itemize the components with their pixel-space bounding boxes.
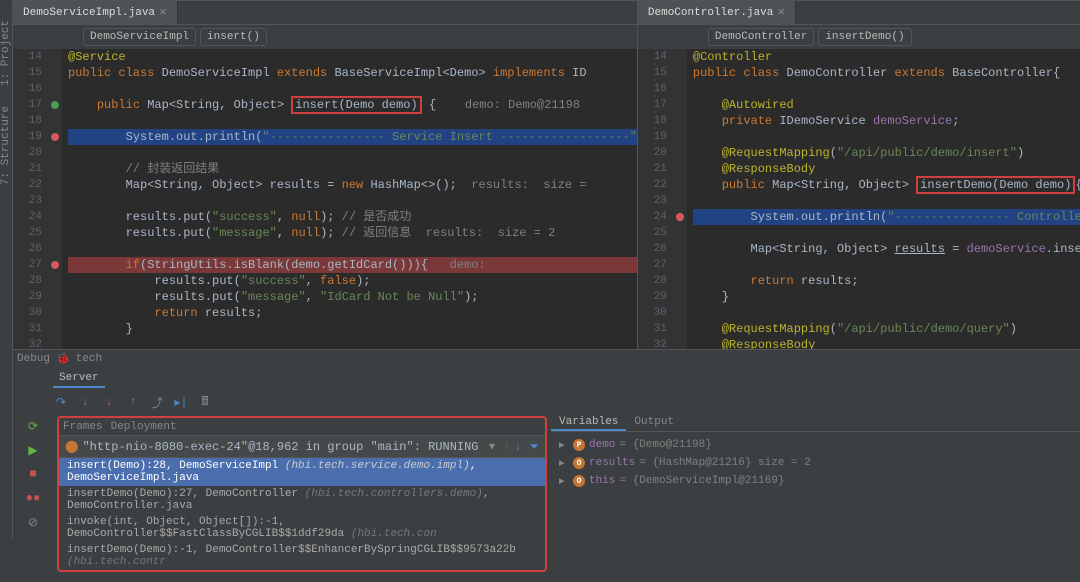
debug-toolbar: ↷ ↓ ↓ ↑ ⤴ ▸| 🖩 bbox=[13, 390, 1080, 414]
frames-tabs: Frames Deployment bbox=[59, 418, 545, 436]
tab-demoserviceimpl[interactable]: DemoServiceImpl.java × bbox=[13, 1, 178, 24]
thread-icon: ⬤ bbox=[65, 439, 78, 454]
step-over-icon[interactable]: ↷ bbox=[53, 394, 69, 410]
project-tool-button[interactable]: 1: Project bbox=[0, 20, 12, 86]
run-to-cursor-icon[interactable]: ▸| bbox=[173, 394, 189, 410]
editor-split: DemoServiceImpl.java × DemoServiceImpl i… bbox=[13, 1, 1080, 349]
stop-icon[interactable]: ■ bbox=[25, 466, 41, 482]
debug-top-tabs: Server bbox=[13, 368, 1080, 390]
close-icon[interactable]: × bbox=[159, 5, 167, 20]
filter-icon[interactable]: ⏷ bbox=[529, 440, 539, 454]
editor-pane-right: DemoController.java × DemoController ins… bbox=[638, 1, 1080, 349]
member-crumbs-left: DemoServiceImpl insert() bbox=[13, 25, 637, 49]
view-breakpoints-icon[interactable]: ●● bbox=[25, 490, 41, 506]
crumb-class[interactable]: DemoController bbox=[708, 28, 814, 46]
mute-breakpoints-icon[interactable]: ⊘ bbox=[25, 514, 41, 530]
variable-item[interactable]: ▸O results = {HashMap@21216} size = 2 bbox=[559, 454, 1080, 472]
debug-panel: Debug 🐞 tech Server ↷ ↓ ↓ ↑ ⤴ ▸| 🖩 ⟳ ▶ ■… bbox=[13, 349, 1080, 574]
line-gutter-right[interactable]: 1415161718192021222324252627282930313233… bbox=[638, 49, 673, 349]
crumb-method[interactable]: insertDemo() bbox=[818, 28, 911, 46]
crumb-class[interactable]: DemoServiceImpl bbox=[83, 28, 196, 46]
structure-tool-button[interactable]: 7: Structure bbox=[0, 106, 12, 185]
server-tab[interactable]: Server bbox=[53, 370, 105, 388]
editor-pane-left: DemoServiceImpl.java × DemoServiceImpl i… bbox=[13, 1, 638, 349]
frame-item[interactable]: insertDemo(Demo):-1, DemoController$$Enh… bbox=[59, 542, 545, 570]
thread-label: "http-nio-8080-exec-24"@18,962 in group … bbox=[82, 440, 478, 454]
tab-democontroller[interactable]: DemoController.java × bbox=[638, 1, 796, 24]
step-out-icon[interactable]: ↑ bbox=[125, 394, 141, 410]
frame-list: insert(Demo):28, DemoServiceImpl (hbi.te… bbox=[59, 458, 545, 570]
code-lines-right[interactable]: @Controllerpublic class DemoController e… bbox=[687, 49, 1080, 349]
var-list: ▸P demo = {Demo@21198}▸O results = {Hash… bbox=[551, 432, 1080, 494]
variables-section: Variables Output ▸P demo = {Demo@21198}▸… bbox=[551, 414, 1080, 574]
step-into-icon[interactable]: ↓ bbox=[77, 394, 93, 410]
tab-bar-right: DemoController.java × bbox=[638, 1, 1080, 25]
deployment-tab[interactable]: Deployment bbox=[111, 421, 177, 433]
debug-body: ⟳ ▶ ■ ●● ⊘ Frames Deployment ⬤ "http-nio… bbox=[13, 414, 1080, 574]
main-area: DemoServiceImpl.java × DemoServiceImpl i… bbox=[13, 0, 1080, 538]
up-arrow-icon[interactable]: ↑ bbox=[503, 440, 510, 454]
code-area-left[interactable]: 1415161718192021222324252627282930313233… bbox=[13, 49, 637, 349]
code-area-right[interactable]: 1415161718192021222324252627282930313233… bbox=[638, 49, 1080, 349]
frame-item[interactable]: insertDemo(Demo):27, DemoController (hbi… bbox=[59, 486, 545, 514]
output-label: Output bbox=[634, 416, 674, 428]
marker-gutter-left[interactable] bbox=[48, 49, 62, 349]
variable-item[interactable]: ▸P demo = {Demo@21198} bbox=[559, 436, 1080, 454]
close-icon[interactable]: × bbox=[777, 5, 785, 20]
variable-item[interactable]: ▸O this = {DemoServiceImpl@21169} bbox=[559, 472, 1080, 490]
variables-label: Variables bbox=[559, 416, 618, 428]
bug-icon: 🐞 bbox=[56, 352, 70, 366]
frames-tab[interactable]: Frames bbox=[63, 421, 103, 433]
down-arrow-icon[interactable]: ↓ bbox=[514, 440, 521, 454]
line-gutter-left[interactable]: 1415161718192021222324252627282930313233… bbox=[13, 49, 48, 349]
debug-side-controls: ⟳ ▶ ■ ●● ⊘ bbox=[13, 414, 53, 574]
debug-title: Debug bbox=[17, 353, 50, 365]
resume-icon[interactable]: ▶ bbox=[25, 442, 41, 458]
tab-bar-left: DemoServiceImpl.java × bbox=[13, 1, 637, 25]
run-config-label: tech bbox=[76, 353, 102, 365]
force-step-into-icon[interactable]: ↓ bbox=[101, 394, 117, 410]
member-crumbs-right: DemoController insertDemo() bbox=[638, 25, 1080, 49]
variables-tab[interactable]: Variables bbox=[551, 414, 626, 431]
marker-gutter-right[interactable] bbox=[673, 49, 687, 349]
tool-window-bar-left: 1: Project 7: Structure bbox=[0, 0, 13, 538]
evaluate-icon[interactable]: 🖩 bbox=[197, 394, 213, 410]
tab-label: DemoController.java bbox=[648, 7, 773, 19]
code-lines-left[interactable]: @Servicepublic class DemoServiceImpl ext… bbox=[62, 49, 637, 349]
chevron-down-icon[interactable]: ▾ bbox=[489, 439, 495, 454]
output-tab[interactable]: Output bbox=[626, 414, 682, 431]
crumb-method[interactable]: insert() bbox=[200, 28, 267, 46]
tab-label: DemoServiceImpl.java bbox=[23, 7, 155, 19]
thread-selector[interactable]: ⬤ "http-nio-8080-exec-24"@18,962 in grou… bbox=[59, 436, 545, 458]
debug-header: Debug 🐞 tech bbox=[13, 350, 1080, 368]
rerun-icon[interactable]: ⟳ bbox=[25, 418, 41, 434]
frames-section: Frames Deployment ⬤ "http-nio-8080-exec-… bbox=[57, 416, 547, 572]
frame-item[interactable]: insert(Demo):28, DemoServiceImpl (hbi.te… bbox=[59, 458, 545, 486]
vars-tabs: Variables Output bbox=[551, 414, 1080, 432]
drop-frame-icon[interactable]: ⤴ bbox=[149, 394, 165, 410]
